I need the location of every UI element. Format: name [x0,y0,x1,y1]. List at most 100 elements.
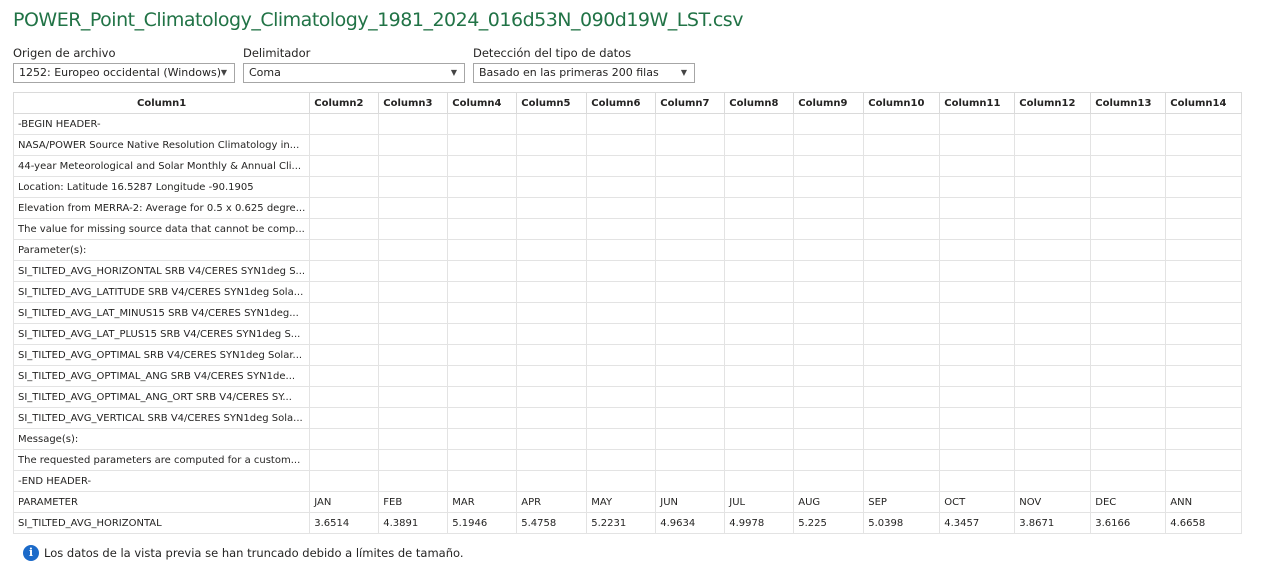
table-cell: SI_TILTED_AVG_LATITUDE SRB V4/CERES SYN1… [12,281,311,303]
table-cell [516,281,588,303]
table-cell [655,344,726,366]
table-cell [586,344,657,366]
table-cell [724,239,795,261]
table-cell [863,302,941,324]
table-cell [1165,239,1243,261]
column-header[interactable]: Column3 [378,92,449,114]
table-cell [1165,218,1243,240]
table-cell [378,428,449,450]
table-cell: -END HEADER- [12,470,311,492]
column-header[interactable]: Column6 [586,92,657,114]
delimiter-select[interactable]: Coma ▼ [243,63,465,83]
table-cell [516,239,588,261]
table-cell [655,239,726,261]
column-header[interactable]: Column13 [1090,92,1167,114]
table-cell: Location: Latitude 16.5287 Longitude -90… [12,176,311,198]
table-cell [586,113,657,135]
table-cell [586,281,657,303]
table-cell [793,470,865,492]
table-cell [939,197,1016,219]
table-cell [1090,113,1167,135]
table-cell: 5.2231 [586,512,657,534]
table-cell [516,197,588,219]
table-cell [309,197,380,219]
column-header[interactable]: Column1 [12,92,311,114]
table-cell [939,323,1016,345]
table-cell [309,407,380,429]
column-header[interactable]: Column12 [1014,92,1092,114]
table-cell [447,302,518,324]
table-cell [1014,218,1092,240]
table-cell [516,449,588,471]
column-header[interactable]: Column9 [793,92,865,114]
table-cell [1014,449,1092,471]
truncation-message: Los datos de la vista previa se han trun… [44,546,464,560]
table-cell [1165,134,1243,156]
table-cell [655,428,726,450]
table-cell [586,239,657,261]
type-detection-label: Detección del tipo de datos [473,46,632,60]
column-header[interactable]: Column2 [309,92,380,114]
table-row: SI_TILTED_AVG_VERTICAL SRB V4/CERES SYN1… [12,407,1243,429]
table-cell: -BEGIN HEADER- [12,113,311,135]
table-cell [447,470,518,492]
table-row: SI_TILTED_AVG_HORIZONTAL SRB V4/CERES SY… [12,260,1243,282]
table-cell [378,407,449,429]
file-origin-value: 1252: Europeo occidental (Windows) [19,66,222,79]
table-cell [586,302,657,324]
type-detection-select[interactable]: Basado en las primeras 200 filas ▼ [473,63,695,83]
column-header[interactable]: Column8 [724,92,795,114]
column-header[interactable]: Column11 [939,92,1016,114]
table-cell [724,155,795,177]
table-cell [793,218,865,240]
table-cell [1090,323,1167,345]
table-cell [863,407,941,429]
table-cell [1014,386,1092,408]
table-cell [1014,134,1092,156]
table-row: The requested parameters are computed fo… [12,449,1243,471]
table-cell [309,365,380,387]
table-cell [863,281,941,303]
table-cell [863,323,941,345]
table-cell [655,323,726,345]
table-cell [724,113,795,135]
table-cell [1090,428,1167,450]
table-cell [516,344,588,366]
table-cell [447,449,518,471]
table-cell [655,281,726,303]
table-cell [447,281,518,303]
file-origin-control: Origen de archivo 1252: Europeo occident… [13,45,235,83]
table-row: SI_TILTED_AVG_LATITUDE SRB V4/CERES SYN1… [12,281,1243,303]
chevron-down-icon: ▼ [680,68,687,77]
table-cell [655,197,726,219]
table-cell [309,218,380,240]
column-header[interactable]: Column10 [863,92,941,114]
table-cell [863,239,941,261]
table-cell [1090,470,1167,492]
table-cell [447,218,518,240]
column-header[interactable]: Column7 [655,92,726,114]
table-cell: 4.9634 [655,512,726,534]
table-cell [378,344,449,366]
table-cell [378,470,449,492]
table-cell: NOV [1014,491,1092,513]
table-row: SI_TILTED_AVG_OPTIMAL_ANG_ORT SRB V4/CER… [12,386,1243,408]
table-cell [309,302,380,324]
file-origin-select[interactable]: 1252: Europeo occidental (Windows) ▼ [13,63,235,83]
table-cell [724,386,795,408]
table-cell [793,281,865,303]
table-cell: AUG [793,491,865,513]
column-header[interactable]: Column14 [1165,92,1243,114]
table-cell [1165,197,1243,219]
column-header[interactable]: Column5 [516,92,588,114]
table-cell [516,176,588,198]
table-cell [447,197,518,219]
table-cell [586,260,657,282]
table-cell [724,281,795,303]
table-cell [863,365,941,387]
table-cell [309,428,380,450]
column-header[interactable]: Column4 [447,92,518,114]
table-cell [309,281,380,303]
table-cell [516,428,588,450]
table-row: NASA/POWER Source Native Resolution Clim… [12,134,1243,156]
